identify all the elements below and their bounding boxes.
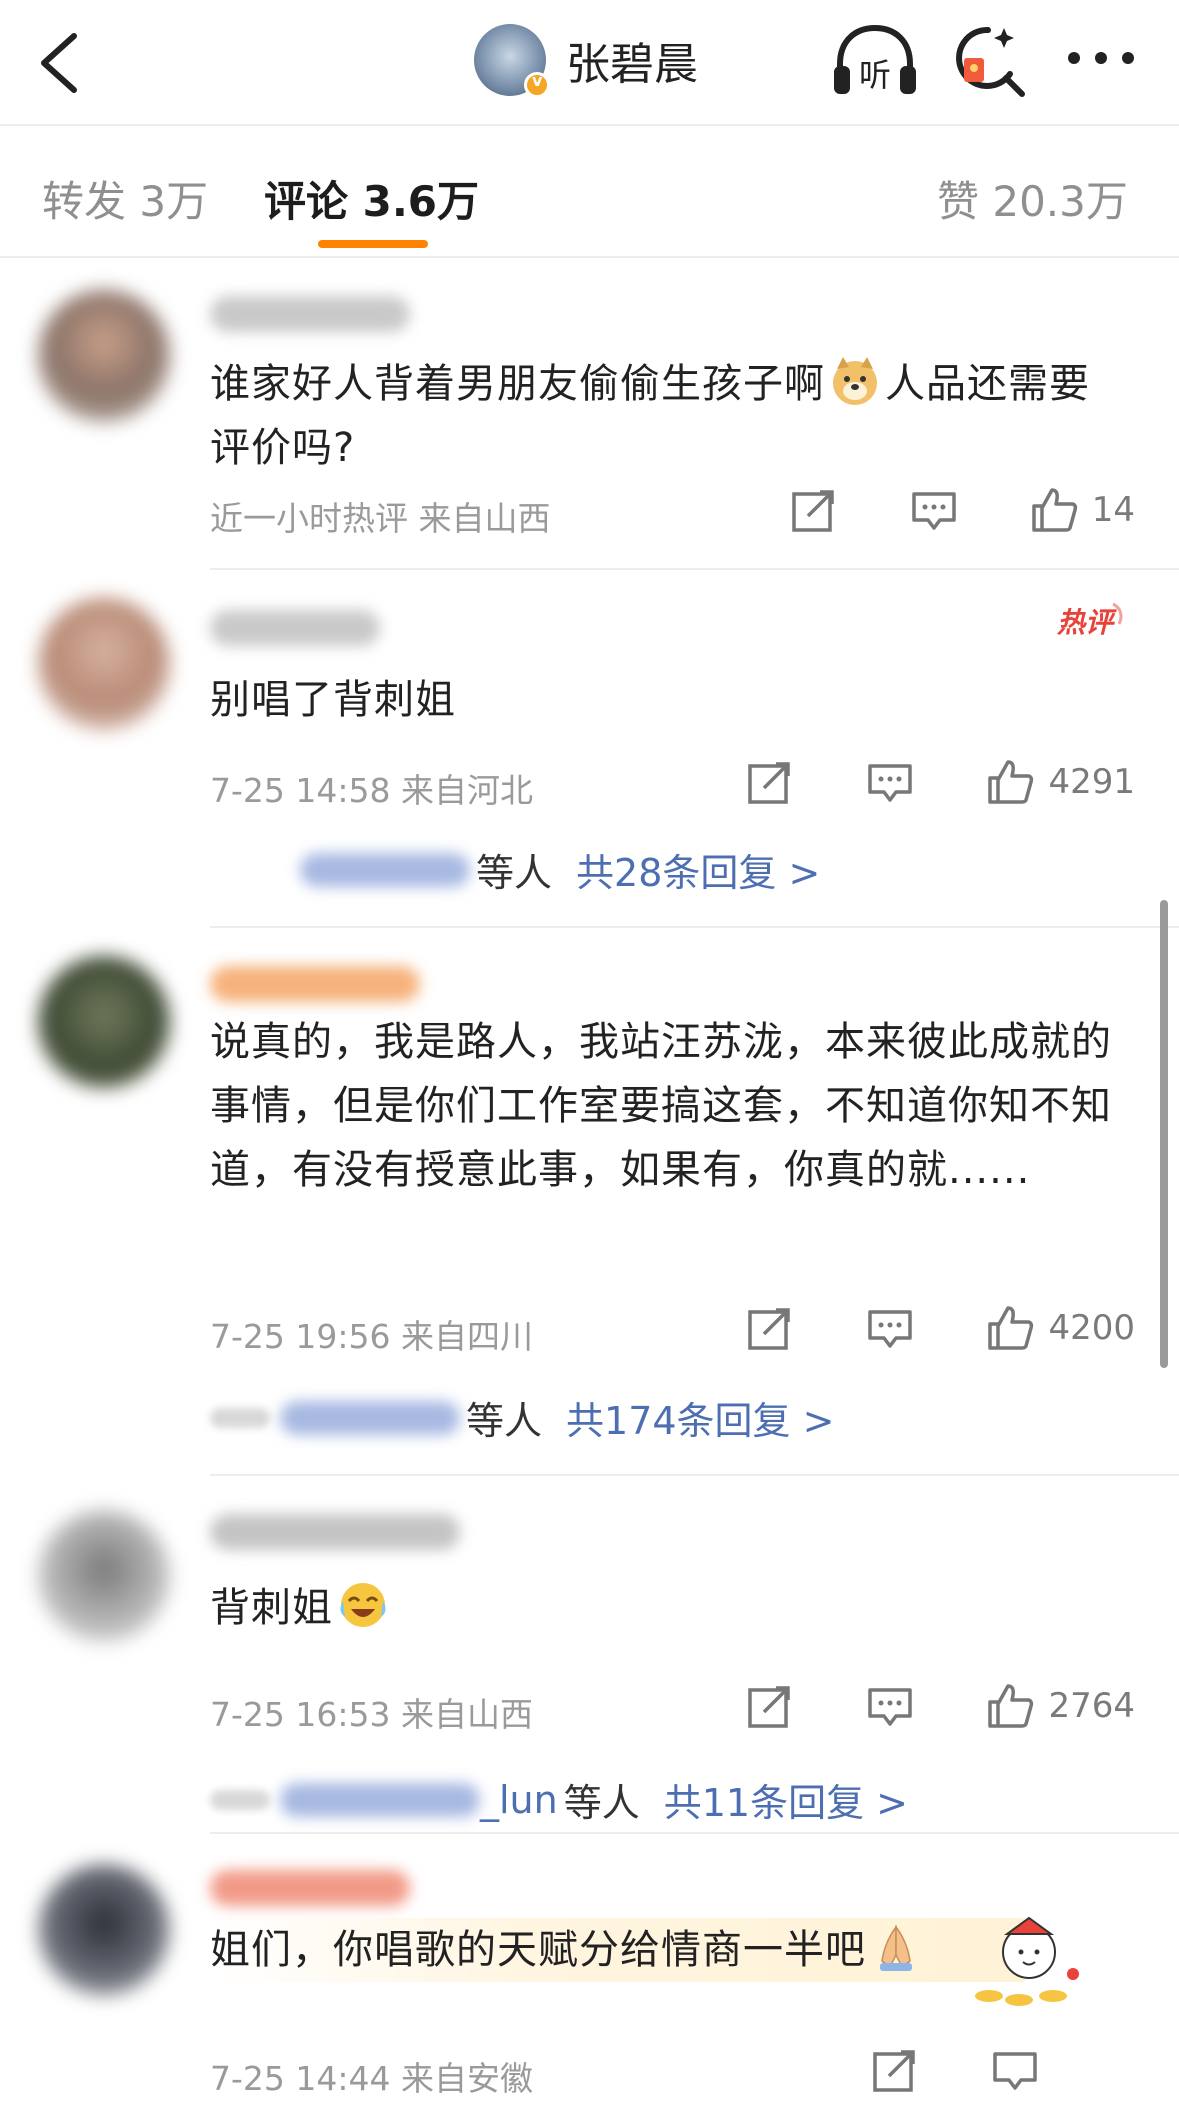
scrollbar[interactable] <box>1160 900 1168 1368</box>
view-replies-link[interactable]: 共11条回复 > <box>664 1772 908 1827</box>
verified-badge-icon <box>524 71 550 98</box>
more-dots-icon[interactable] <box>1066 46 1136 70</box>
comment-actions: 2764 <box>674 1676 1135 1736</box>
pray-emoji <box>880 1924 912 1971</box>
profile-name[interactable]: 张碧晨 <box>566 28 698 92</box>
comment-text: 别唱了背刺姐 <box>210 677 456 723</box>
commenter-name-blurred[interactable] <box>210 1870 410 1906</box>
comment-actions: 14 <box>718 480 1135 540</box>
share-icon[interactable] <box>871 2046 919 2094</box>
like-thumb-icon[interactable] <box>986 1304 1034 1352</box>
comment-text: 背刺姐 <box>210 1576 1130 1640</box>
back-arrow-icon[interactable] <box>30 28 90 98</box>
comment-actions: 4200 <box>674 1298 1135 1358</box>
comment-meta: 7-25 16:53 来自山西 <box>210 1695 533 1734</box>
reply-others-label: 等人 <box>476 851 553 895</box>
active-tab-indicator <box>318 240 428 248</box>
comment-divider <box>210 568 1179 570</box>
commenter-name-blurred[interactable] <box>210 1514 460 1550</box>
laugh-cry-emoji <box>340 1583 386 1627</box>
tab-repost[interactable]: 转发 3万 <box>42 168 208 229</box>
comment-icon[interactable] <box>866 758 914 806</box>
festive-sticker-icon <box>975 1916 1079 2006</box>
replier-names-blurred[interactable] <box>280 1400 460 1435</box>
reply-summary[interactable]: _lun 等人 共11条回复 > <box>210 1772 908 1827</box>
comment-actions <box>799 2040 1039 2100</box>
replier-names-blurred[interactable] <box>300 852 470 887</box>
comment-text: 姐们，你唱歌的天赋分给情商一半吧 <box>210 1918 1030 1982</box>
reply-avatars-blurred <box>210 1789 270 1810</box>
replier-name-tail[interactable]: _lun <box>480 1778 558 1822</box>
comment-meta: 7-25 14:44 来自安徽 <box>210 2059 533 2098</box>
commenter-name-blurred[interactable] <box>210 966 420 1002</box>
comment-meta: 7-25 19:56 来自四川 <box>210 1317 533 1356</box>
commenter-avatar[interactable] <box>38 290 170 422</box>
share-icon[interactable] <box>746 1682 794 1730</box>
like-count: 4200 <box>1048 1308 1135 1348</box>
comment-text: 说真的，我是路人，我站汪苏泷，本来彼此成就的事情，但是你们工作室要搞这套，不知道… <box>210 1019 1112 1193</box>
comment-icon[interactable] <box>866 1682 914 1730</box>
commenter-avatar[interactable] <box>38 1510 170 1642</box>
reply-others-label: 等人 <box>466 1399 543 1443</box>
view-replies-link[interactable]: 共174条回复 > <box>566 1390 834 1445</box>
commenter-avatar[interactable] <box>38 1864 170 1996</box>
doge-emoji <box>833 357 877 405</box>
headphones-listen-icon[interactable]: 听 <box>830 22 920 102</box>
profile-avatar[interactable] <box>474 24 550 98</box>
reply-summary[interactable]: 等人 共28条回复 > <box>300 842 820 897</box>
reply-others-label: 等人 <box>563 1781 640 1825</box>
commenter-name-blurred[interactable] <box>210 296 410 332</box>
profile-title[interactable]: 张碧晨 <box>474 22 698 98</box>
comment-text: 谁家好人背着男朋友偷偷生孩子啊 人品还需要评价吗? <box>210 352 1130 480</box>
comment-actions: 4291 <box>674 752 1135 812</box>
like-count: 14 <box>1091 490 1135 530</box>
post-stats-tabs: 转发 3万 评论 3.6万 赞 20.3万 <box>0 128 1179 258</box>
comment-divider <box>210 926 1179 928</box>
like-count: 2764 <box>1048 1686 1135 1726</box>
reply-avatars-blurred <box>210 1407 270 1428</box>
share-icon[interactable] <box>790 486 838 534</box>
like-thumb-icon[interactable] <box>986 758 1034 806</box>
commenter-avatar[interactable] <box>38 598 170 730</box>
tab-likes[interactable]: 赞 20.3万 <box>937 168 1128 229</box>
like-thumb-icon[interactable] <box>986 1682 1034 1730</box>
hot-comment-badge: 热评 <box>1056 602 1123 639</box>
comment-meta: 近一小时热评 来自山西 <box>210 499 551 538</box>
share-icon[interactable] <box>746 1304 794 1352</box>
top-navigation-bar: 张碧晨 听 <box>0 0 1179 126</box>
listen-label: 听 <box>859 56 891 94</box>
like-thumb-icon[interactable] <box>1030 486 1078 534</box>
tab-comments[interactable]: 评论 3.6万 <box>264 168 479 229</box>
search-redpacket-icon[interactable] <box>948 22 1028 102</box>
comment-icon[interactable] <box>910 486 958 534</box>
view-replies-link[interactable]: 共28条回复 > <box>576 842 820 897</box>
commenter-avatar[interactable] <box>38 956 170 1088</box>
replier-names-blurred[interactable] <box>280 1782 480 1817</box>
comment-meta: 7-25 14:58 来自河北 <box>210 771 533 810</box>
share-icon[interactable] <box>746 758 794 806</box>
comment-divider <box>210 1474 1179 1476</box>
commenter-name-blurred[interactable] <box>210 610 380 646</box>
comment-divider <box>210 1832 1179 1834</box>
like-count: 4291 <box>1048 762 1135 802</box>
reply-summary[interactable]: 等人 共174条回复 > <box>210 1390 834 1445</box>
comment-icon[interactable] <box>991 2046 1039 2094</box>
comment-icon[interactable] <box>866 1304 914 1352</box>
hot-badge-label: 热评 <box>1056 606 1117 639</box>
